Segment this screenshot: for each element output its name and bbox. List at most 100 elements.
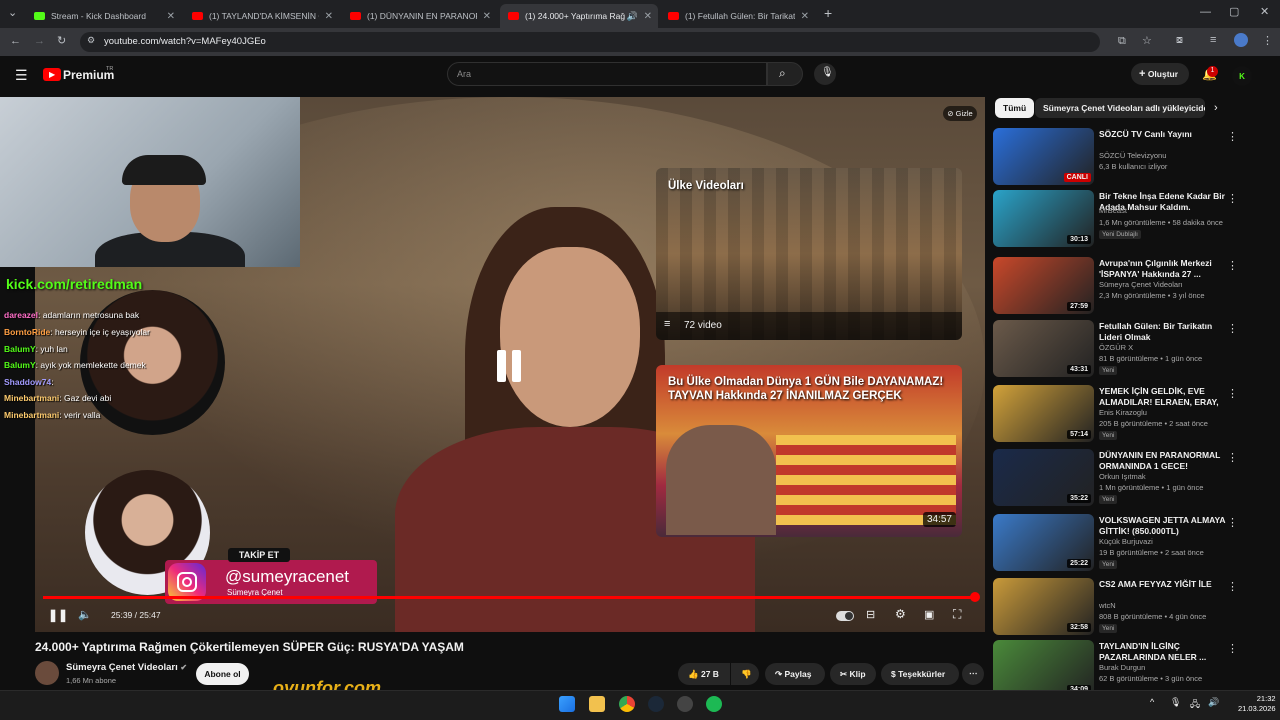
reload-icon[interactable]: ↻ [57, 34, 66, 47]
channel-name[interactable]: Orkun Işıtmak [1099, 472, 1146, 481]
like-button[interactable]: 👍 27 B [678, 663, 730, 685]
more-options-icon[interactable]: ⋮ [1227, 516, 1238, 529]
more-options-icon[interactable]: ⋮ [1227, 642, 1238, 655]
video-title[interactable]: VOLKSWAGEN JETTA ALMAYA GİTTİK! (850.000… [1099, 515, 1227, 537]
clip-button[interactable]: ✂ Klip [830, 663, 876, 685]
video-thumbnail[interactable]: CANLI [993, 128, 1094, 185]
more-options-icon[interactable]: ⋮ [1227, 322, 1238, 335]
chrome-icon[interactable] [619, 696, 635, 712]
minimize-button[interactable]: — [1200, 6, 1211, 18]
channel-name[interactable]: Sümeyra Çenet Videoları [1099, 280, 1183, 289]
voice-search-button[interactable]: 🎙 [814, 63, 836, 85]
thanks-button[interactable]: $ Teşekkürler [881, 663, 959, 685]
system-clock[interactable]: 21:32 21.03.2026 [1238, 694, 1276, 714]
youtube-logo-icon[interactable]: ▶ [43, 68, 61, 81]
cast-icon[interactable]: ⧉ [1118, 35, 1126, 48]
video-thumbnail[interactable]: 30:13 [993, 190, 1094, 247]
tab-list-icon[interactable]: ⌄ [8, 6, 17, 19]
progress-scrubber[interactable] [970, 592, 980, 602]
video-title[interactable]: DÜNYANIN EN PARANORMAL ORMANINDA 1 GECE! [1099, 450, 1227, 472]
video-title[interactable]: Avrupa'nın Çılgınlık Merkezi 'İSPANYA' H… [1099, 258, 1227, 280]
video-title[interactable]: CS2 AMA FEYYAZ YİĞİT İLE [1099, 579, 1227, 590]
tab-fetullah[interactable]: (1) Fetullah Gülen: Bir Tarikatın ✕ [660, 4, 815, 28]
url-bar[interactable]: ⚙ youtube.com/watch?v=MAFey40JGEo [80, 32, 1100, 52]
video-title[interactable]: SÖZCÜ TV Canlı Yayını [1099, 129, 1227, 140]
account-avatar[interactable]: K [1232, 66, 1252, 86]
video-thumbnail[interactable]: 27:59 [993, 257, 1094, 314]
channel-name[interactable]: ÖZGÜR X [1099, 343, 1133, 352]
more-actions-button[interactable]: ⋯ [962, 663, 984, 685]
menu-dots-icon[interactable]: ⋮ [1262, 34, 1273, 47]
related-video-item[interactable]: CANLI SÖZCÜ TV Canlı Yayını SÖZCÜ Televizy… [993, 128, 1243, 188]
close-icon[interactable]: ✕ [483, 11, 491, 22]
tab-kick-dashboard[interactable]: Stream - Kick Dashboard ✕ [26, 4, 181, 28]
file-explorer-icon[interactable] [589, 696, 605, 712]
tab-active-video[interactable]: (1) 24.000+ Yaptırıma Rağ 🔊 ✕ [500, 4, 658, 28]
related-video-item[interactable]: 57:14 YEMEK İÇİN GELDİK, EVE ALMADILAR! E… [993, 385, 1243, 445]
search-button[interactable]: ⌕ [767, 62, 803, 86]
video-title[interactable]: YEMEK İÇİN GELDİK, EVE ALMADILAR! ELRAEN… [1099, 386, 1227, 408]
related-video-item[interactable]: 30:13 Bir Tekne İnşa Edene Kadar Bir Adad… [993, 190, 1243, 250]
new-tab-button[interactable]: + [824, 5, 832, 21]
channel-name[interactable]: SÖZCÜ Televizyonu [1099, 151, 1166, 160]
obs-icon[interactable] [677, 696, 693, 712]
channel-name[interactable]: Sümeyra Çenet Videoları ✔ [66, 662, 187, 673]
extensions-icon[interactable]: ⧇ [1176, 34, 1183, 47]
channel-name[interactable]: MrBeast [1099, 206, 1127, 215]
network-icon[interactable]: 🖧 [1190, 697, 1200, 713]
video-title[interactable]: Fetullah Gülen: Bir Tarikatın Lideri Olm… [1099, 321, 1227, 343]
channel-name[interactable]: Burak Durgun [1099, 663, 1145, 672]
close-icon[interactable]: ✕ [325, 11, 333, 22]
close-icon[interactable]: ✕ [644, 11, 652, 22]
spotify-icon[interactable] [706, 696, 722, 712]
related-video-item[interactable]: 27:59 Avrupa'nın Çılgınlık Merkezi 'İSPAN… [993, 257, 1243, 317]
video-thumbnail[interactable]: 32:58 [993, 578, 1094, 635]
video-title[interactable]: TAYLAND'IN İLGİNÇ PAZARLARINDA NELER ... [1099, 641, 1227, 663]
tray-chevron-icon[interactable]: ^ [1150, 697, 1154, 707]
pause-button[interactable]: ❚❚ [48, 608, 68, 622]
endscreen-playlist-card[interactable]: Ülke Videoları ≡ 72 video [656, 168, 962, 340]
endscreen-video-card[interactable]: Bu Ülke Olmadan Dünya 1 GÜN Bile DAYANAM… [656, 365, 962, 537]
chip-all[interactable]: Tümü [995, 98, 1035, 118]
more-options-icon[interactable]: ⋮ [1227, 192, 1238, 205]
progress-bar[interactable] [43, 596, 975, 599]
miniplayer-icon[interactable]: ▣ [924, 608, 934, 621]
subscribe-button[interactable]: Abone ol [196, 663, 249, 685]
more-options-icon[interactable]: ⋮ [1227, 451, 1238, 464]
dislike-button[interactable]: 👎 [731, 663, 759, 685]
video-thumbnail[interactable]: 57:14 [993, 385, 1094, 442]
reading-list-icon[interactable]: ≡ [1210, 34, 1216, 46]
related-video-item[interactable]: 43:31 Fetullah Gülen: Bir Tarikatın Lider… [993, 320, 1243, 380]
steam-icon[interactable] [648, 696, 664, 712]
channel-avatar[interactable] [35, 661, 59, 685]
close-icon[interactable]: ✕ [167, 11, 175, 22]
speaker-icon[interactable]: 🔊 [1208, 697, 1219, 708]
tab-dunyanin[interactable]: (1) DÜNYANIN EN PARANORM ✕ [342, 4, 497, 28]
fullscreen-icon[interactable]: ⛶ [953, 607, 961, 622]
create-button[interactable]: + Oluştur [1131, 63, 1189, 85]
channel-name[interactable]: Enis Kirazoglu [1099, 408, 1147, 417]
video-thumbnail[interactable]: 35:22 [993, 449, 1094, 506]
more-options-icon[interactable]: ⋮ [1227, 259, 1238, 272]
forward-icon[interactable]: → [34, 35, 45, 47]
settings-gear-icon[interactable]: ⚙ [895, 607, 906, 621]
share-button[interactable]: ↷ Paylaş [765, 663, 825, 685]
start-menu-icon[interactable] [559, 696, 575, 712]
maximize-button[interactable]: ▢ [1229, 5, 1239, 18]
mic-tray-icon[interactable]: 🎙 [1170, 697, 1181, 708]
video-thumbnail[interactable]: 25:22 [993, 514, 1094, 571]
more-options-icon[interactable]: ⋮ [1227, 387, 1238, 400]
subtitles-icon[interactable]: ⊟ [866, 608, 875, 621]
related-video-item[interactable]: 35:22 DÜNYANIN EN PARANORMAL ORMANINDA 1 … [993, 449, 1243, 509]
related-video-item[interactable]: 25:22 VOLKSWAGEN JETTA ALMAYA GİTTİK! (85… [993, 514, 1243, 574]
bookmark-star-icon[interactable]: ☆ [1142, 34, 1152, 47]
hide-overlay-button[interactable]: ⊘ Gizle [943, 106, 977, 121]
close-window-button[interactable]: ✕ [1260, 5, 1269, 18]
channel-name[interactable]: wtcN [1099, 601, 1116, 610]
more-options-icon[interactable]: ⋮ [1227, 130, 1238, 143]
video-thumbnail[interactable]: 34:09 [993, 640, 1094, 697]
chevron-right-icon[interactable]: › [1214, 102, 1218, 114]
hamburger-menu-icon[interactable]: ☰ [15, 67, 28, 84]
channel-name[interactable]: Küçük Burjuvazi [1099, 537, 1153, 546]
close-icon[interactable]: ✕ [801, 11, 809, 22]
